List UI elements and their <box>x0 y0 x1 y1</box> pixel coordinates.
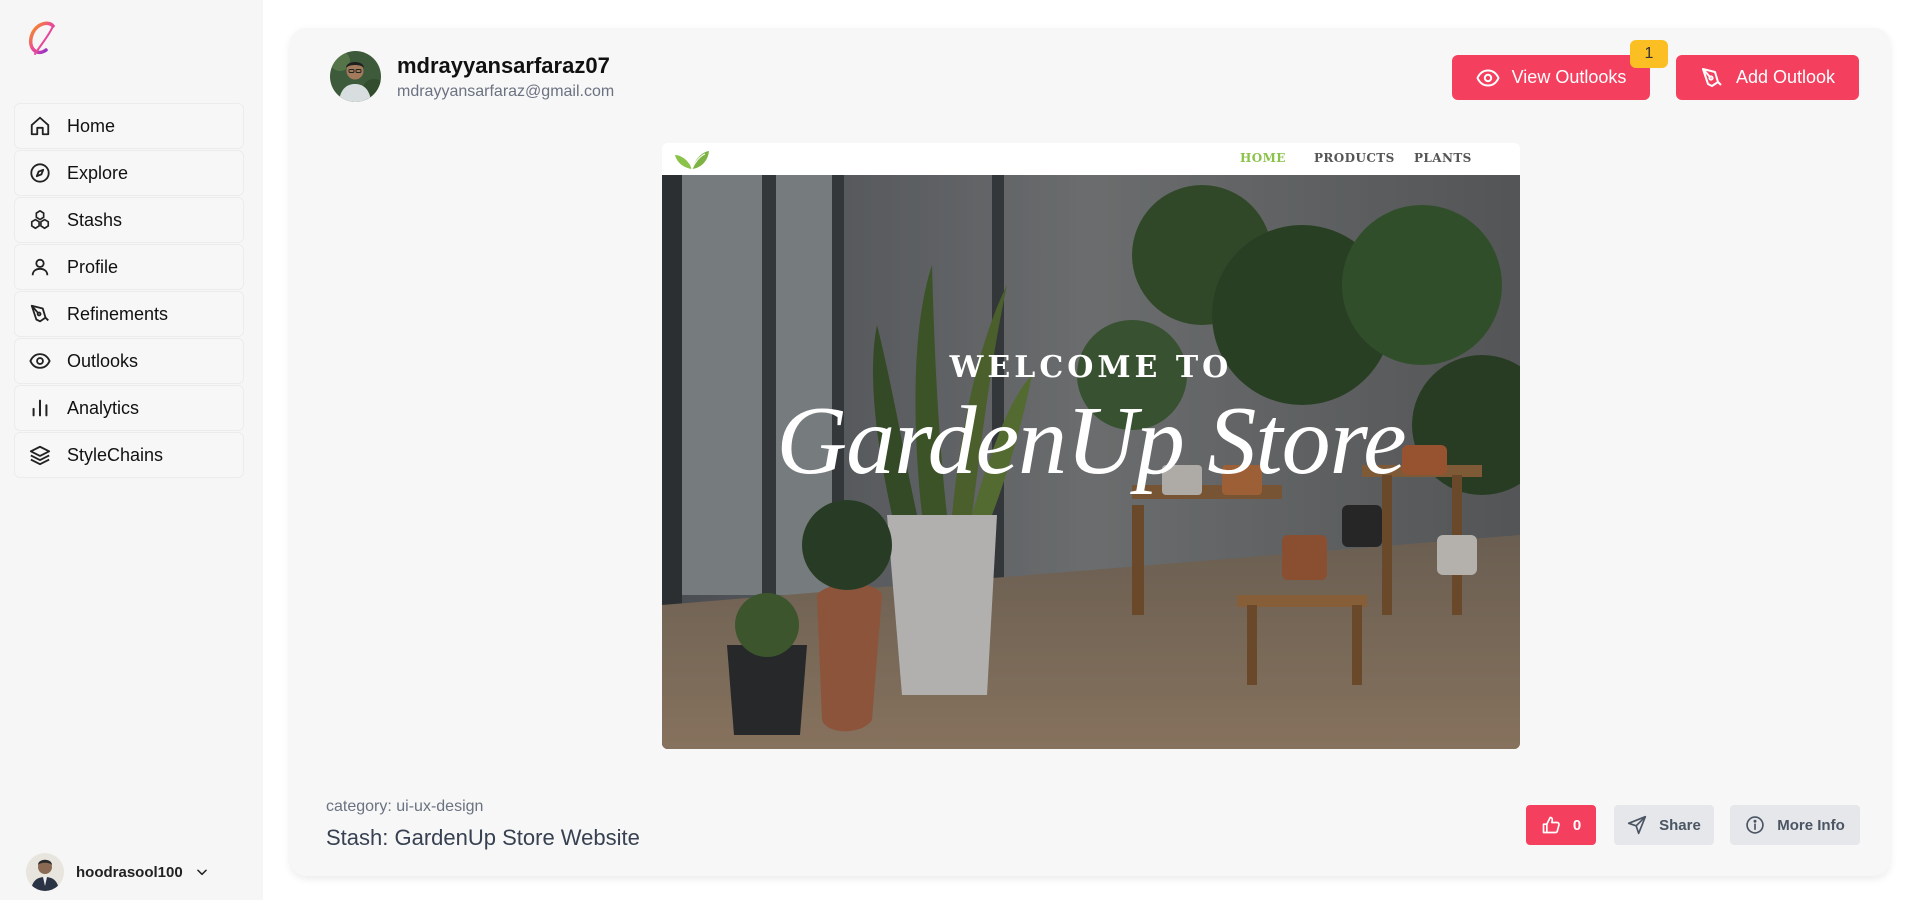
more-info-label: More Info <box>1777 816 1845 834</box>
preview-hero-title: GardenUp Store <box>776 387 1406 495</box>
current-username: hoodrasool100 <box>76 863 183 881</box>
eye-icon <box>1476 66 1500 90</box>
sidebar-item-label: Stashs <box>67 209 123 230</box>
sidebar-item-label: StyleChains <box>67 444 164 465</box>
preview-welcome-text: WELCOME TO <box>949 350 1233 385</box>
eye-icon <box>27 348 53 374</box>
view-outlooks-button[interactable]: View Outlooks <box>1452 55 1650 100</box>
sidebar-item-refinements[interactable]: Refinements <box>14 291 244 337</box>
sidebar-item-explore[interactable]: Explore <box>14 150 244 196</box>
owner-email: mdrayyansarfaraz@gmail.com <box>397 82 615 100</box>
like-button[interactable]: 0 <box>1526 805 1596 845</box>
stash-title: Stash: GardenUp Store Website <box>326 825 640 850</box>
sidebar-item-label: Home <box>67 115 116 136</box>
compass-icon <box>27 160 53 186</box>
share-button[interactable]: Share <box>1614 805 1714 845</box>
sidebar-nav: Home Explore Stashs Profile Refinements <box>14 103 244 479</box>
sidebar-item-outlooks[interactable]: Outlooks <box>14 338 244 384</box>
preview-navbar: HOME PRODUCTS PLANTS <box>662 143 1520 175</box>
sidebar-item-label: Outlooks <box>67 350 139 371</box>
preview-hero: WELCOME TO GardenUp Store <box>662 175 1520 749</box>
user-icon <box>27 254 53 280</box>
home-icon <box>27 113 53 139</box>
sidebar-item-stylechains[interactable]: StyleChains <box>14 432 244 478</box>
app-logo[interactable] <box>26 20 60 58</box>
layers-icon <box>27 442 53 468</box>
owner-avatar <box>330 51 381 102</box>
stash-preview-image[interactable]: HOME PRODUCTS PLANTS WELCOME TO GardenUp… <box>662 143 1520 749</box>
sidebar-item-label: Profile <box>67 256 119 277</box>
share-label: Share <box>1659 816 1701 834</box>
owner-username: mdrayyansarfaraz07 <box>397 52 610 78</box>
preview-nav-products: PRODUCTS <box>1314 151 1395 165</box>
add-outlook-button[interactable]: Add Outlook <box>1676 55 1859 100</box>
sidebar-item-stashs[interactable]: Stashs <box>14 197 244 243</box>
stash-category: category: ui-ux-design <box>326 798 484 815</box>
outlooks-count-badge: 1 <box>1630 40 1668 68</box>
chevron-down-icon[interactable] <box>193 863 211 881</box>
sidebar-item-analytics[interactable]: Analytics <box>14 385 244 431</box>
like-count: 0 <box>1572 816 1582 834</box>
sidebar: Home Explore Stashs Profile Refinements <box>0 0 263 900</box>
view-outlooks-label: View Outlooks <box>1511 67 1627 87</box>
bar-chart-icon <box>27 395 53 421</box>
user-menu[interactable]: hoodrasool100 <box>26 853 211 891</box>
sidebar-item-home[interactable]: Home <box>14 103 244 149</box>
pen-nib-icon <box>1700 66 1724 90</box>
preview-nav-plants: PLANTS <box>1414 151 1472 165</box>
sidebar-item-label: Analytics <box>67 397 140 418</box>
stash-owner[interactable]: mdrayyansarfaraz07 mdrayyansarfaraz@gmai… <box>330 51 614 102</box>
sidebar-item-profile[interactable]: Profile <box>14 244 244 290</box>
more-info-button[interactable]: More Info <box>1730 805 1860 845</box>
info-icon <box>1745 815 1765 835</box>
pen-nib-icon <box>27 301 53 327</box>
thumbs-up-icon <box>1541 815 1561 835</box>
stash-card: mdrayyansarfaraz07 mdrayyansarfaraz@gmai… <box>290 28 1890 876</box>
leaf-logo-icon <box>674 147 710 171</box>
sidebar-item-label: Explore <box>67 162 129 183</box>
avatar <box>26 853 64 891</box>
sidebar-item-label: Refinements <box>67 303 169 324</box>
send-icon <box>1627 815 1647 835</box>
cubes-icon <box>27 207 53 233</box>
preview-nav-home: HOME <box>1240 151 1286 165</box>
add-outlook-label: Add Outlook <box>1735 67 1836 87</box>
